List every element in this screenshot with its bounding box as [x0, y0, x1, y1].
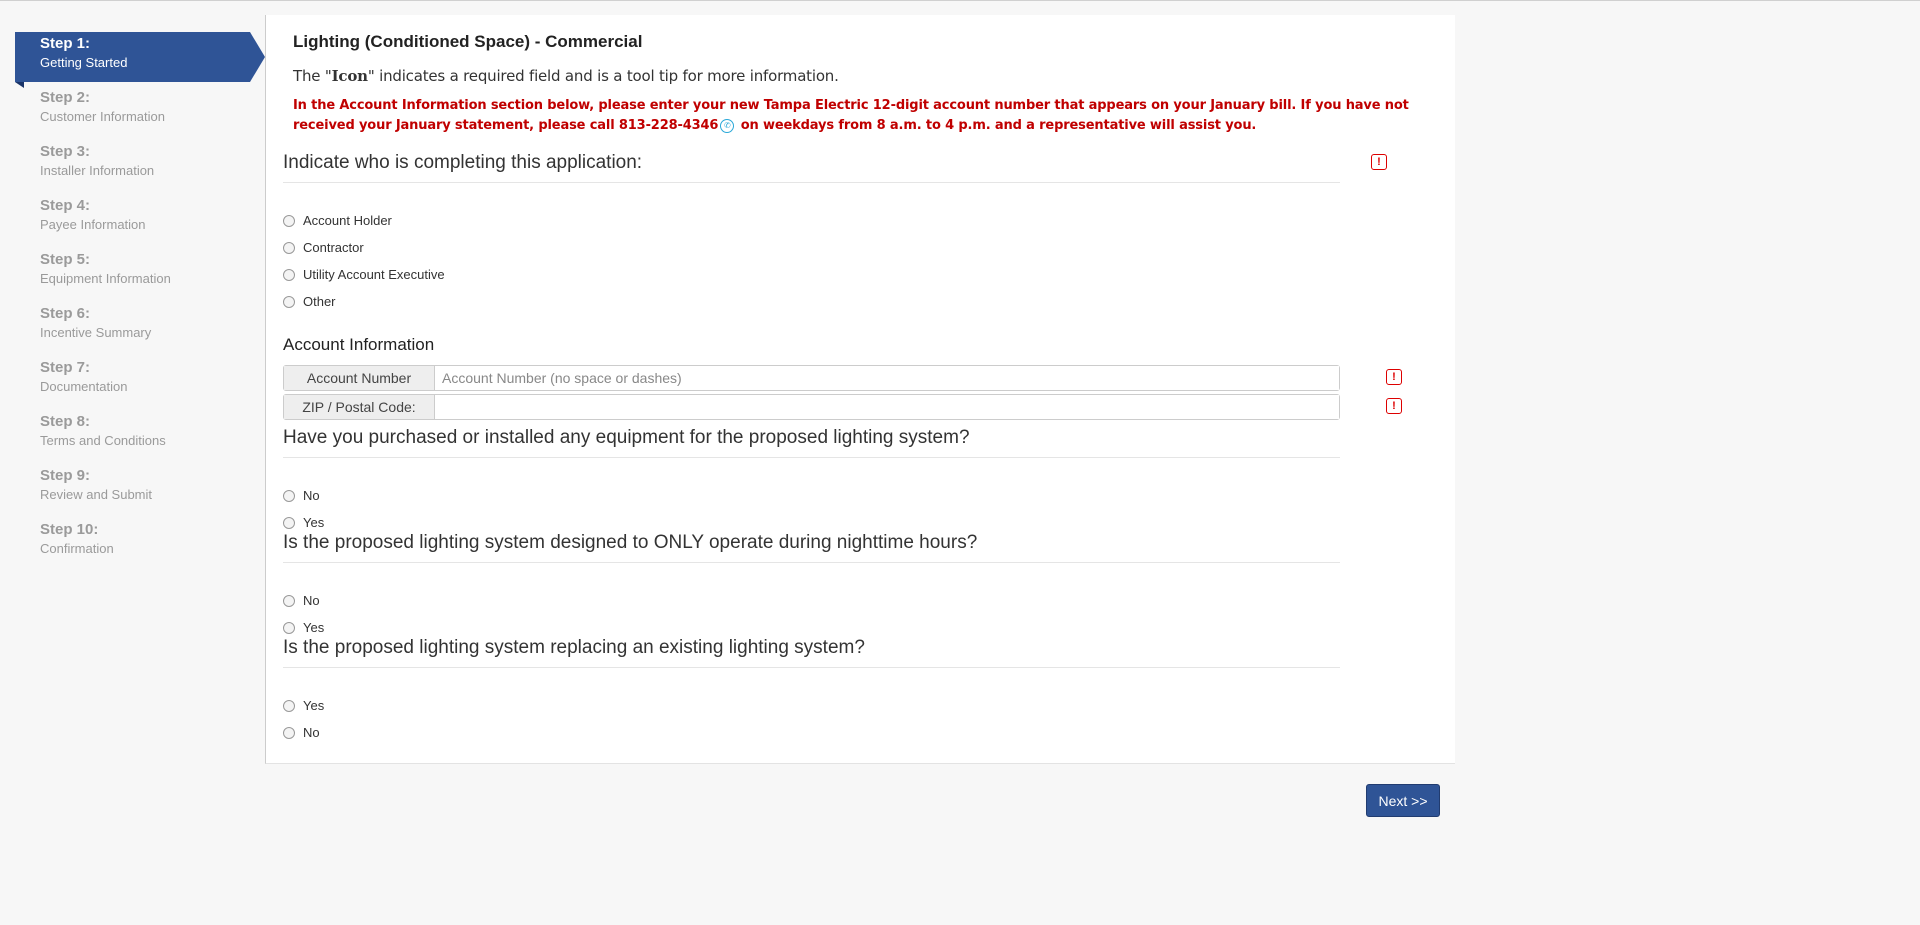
alert-text-2: on weekdays from 8 a.m. to 4 p.m. and a …: [736, 118, 1257, 133]
step-desc: Confirmation: [40, 541, 114, 556]
radio-label: Account Holder: [303, 213, 392, 228]
account-number-group: Account Number: [283, 365, 1340, 391]
radio-other[interactable]: Other: [283, 293, 336, 311]
account-number-label: Account Number: [284, 366, 435, 390]
radio-circle[interactable]: [283, 295, 295, 308]
radio-circle[interactable]: [283, 594, 295, 607]
radio-account-holder[interactable]: Account Holder: [283, 212, 392, 230]
radio-label: Utility Account Executive: [303, 267, 445, 282]
step-4[interactable]: Step 4: Payee Information: [15, 194, 265, 248]
step-7[interactable]: Step 7: Documentation: [15, 356, 265, 410]
step-desc: Payee Information: [40, 217, 146, 232]
step-title: Step 6:: [40, 305, 91, 322]
radio-circle[interactable]: [283, 489, 295, 502]
radio-replacing-no[interactable]: No: [283, 724, 320, 742]
radio-label: No: [303, 593, 320, 608]
radio-circle[interactable]: [283, 241, 295, 254]
step-title: Step 4:: [40, 197, 91, 214]
step-3[interactable]: Step 3: Installer Information: [15, 140, 265, 194]
radio-replacing-yes[interactable]: Yes: [283, 697, 324, 715]
wizard-steps: Step 1: Getting Started Step 2: Customer…: [15, 32, 265, 572]
required-field-icon[interactable]: !: [1386, 369, 1402, 385]
radio-label: Yes: [303, 620, 325, 635]
step-title: Step 1:: [40, 35, 91, 52]
radio-contractor[interactable]: Contractor: [283, 239, 364, 257]
step-title: Step 7:: [40, 359, 91, 376]
radio-label: Other: [303, 294, 336, 309]
step-desc: Customer Information: [40, 109, 165, 124]
account-alert: In the Account Information section below…: [293, 96, 1423, 136]
note-prefix: The ": [293, 67, 332, 85]
radio-label: No: [303, 488, 320, 503]
note-icon-word: Icon: [331, 67, 368, 85]
step-title: Step 3:: [40, 143, 91, 160]
required-note: The "Icon" indicates a required field an…: [293, 67, 839, 85]
page-title: Lighting (Conditioned Space) - Commercia…: [293, 32, 643, 51]
step-desc: Documentation: [40, 379, 128, 394]
step-6[interactable]: Step 6: Incentive Summary: [15, 302, 265, 356]
step-9[interactable]: Step 9: Review and Submit: [15, 464, 265, 518]
step-title: Step 8:: [40, 413, 91, 430]
question-nighttime-only: Is the proposed lighting system designed…: [283, 532, 1340, 563]
zip-code-label: ZIP / Postal Code:: [284, 395, 435, 419]
radio-circle[interactable]: [283, 699, 295, 712]
radio-label: Yes: [303, 515, 325, 530]
radio-circle[interactable]: [283, 214, 295, 227]
radio-label: No: [303, 725, 320, 740]
question-who-completing: Indicate who is completing this applicat…: [283, 152, 1340, 183]
step-title: Step 9:: [40, 467, 91, 484]
step-desc: Getting Started: [40, 55, 128, 70]
zip-code-group: ZIP / Postal Code:: [283, 394, 1340, 420]
zip-code-input[interactable]: [435, 395, 1339, 419]
step-5[interactable]: Step 5: Equipment Information: [15, 248, 265, 302]
step-2[interactable]: Step 2: Customer Information: [15, 86, 265, 140]
step-8[interactable]: Step 8: Terms and Conditions: [15, 410, 265, 464]
radio-label: Yes: [303, 698, 325, 713]
account-number-input[interactable]: [435, 366, 1339, 390]
radio-circle[interactable]: [283, 268, 295, 281]
question-equipment-purchased: Have you purchased or installed any equi…: [283, 427, 1340, 458]
required-field-icon[interactable]: !: [1386, 398, 1402, 414]
radio-circle[interactable]: [283, 726, 295, 739]
step-desc: Terms and Conditions: [40, 433, 166, 448]
main-panel: Lighting (Conditioned Space) - Commercia…: [265, 15, 1455, 764]
radio-nighttime-yes[interactable]: Yes: [283, 619, 324, 637]
note-suffix: " indicates a required field and is a to…: [367, 67, 839, 85]
top-border: [0, 0, 1920, 1]
step-title: Step 10:: [40, 521, 99, 538]
radio-utility-account-executive[interactable]: Utility Account Executive: [283, 266, 445, 284]
radio-circle[interactable]: [283, 516, 295, 529]
step-desc: Incentive Summary: [40, 325, 152, 340]
required-field-icon[interactable]: !: [1371, 154, 1387, 170]
question-replacing-existing: Is the proposed lighting system replacin…: [283, 637, 1340, 668]
next-button[interactable]: Next >>: [1366, 784, 1440, 817]
step-title: Step 2:: [40, 89, 91, 106]
step-desc: Review and Submit: [40, 487, 152, 502]
step-desc: Installer Information: [40, 163, 155, 178]
radio-nighttime-no[interactable]: No: [283, 592, 320, 610]
step-1[interactable]: Step 1: Getting Started: [15, 32, 265, 88]
radio-equipment-yes[interactable]: Yes: [283, 514, 324, 532]
account-info-heading: Account Information: [283, 335, 435, 354]
phone-icon[interactable]: ✆: [720, 118, 735, 133]
radio-label: Contractor: [303, 240, 364, 255]
radio-equipment-no[interactable]: No: [283, 487, 320, 505]
step-desc: Equipment Information: [40, 271, 171, 286]
step-10[interactable]: Step 10: Confirmation: [15, 518, 265, 572]
radio-circle[interactable]: [283, 621, 295, 634]
step-title: Step 5:: [40, 251, 91, 268]
